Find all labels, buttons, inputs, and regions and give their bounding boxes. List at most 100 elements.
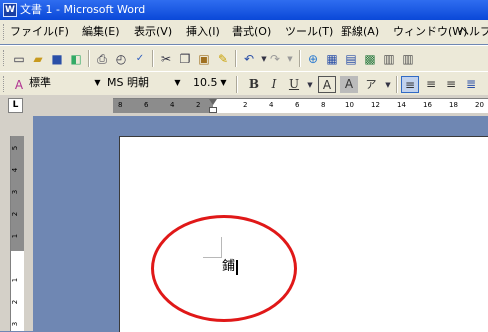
ruler-tick: 3 bbox=[11, 321, 20, 327]
menu-bar: ファイル(F) 編集(E) 表示(V) 挿入(I) 書式(O) ツール(T) 罫… bbox=[0, 20, 488, 44]
phonetic-dropdown-icon[interactable]: ▼ bbox=[380, 77, 396, 93]
cut-icon[interactable]: ✂ bbox=[158, 51, 174, 67]
print-icon[interactable]: ⎙ bbox=[94, 51, 110, 67]
ruler-tick: 1 bbox=[11, 233, 20, 239]
align-justify-icon: ≡ bbox=[404, 78, 416, 92]
horizontal-ruler[interactable]: 8 6 4 2 2 4 6 8 10 12 14 16 18 20 bbox=[113, 98, 488, 113]
drawing-icon[interactable]: ▥ bbox=[400, 51, 416, 67]
undo-icon[interactable]: ↶ bbox=[241, 51, 257, 67]
menu-file[interactable]: ファイル(F) bbox=[10, 20, 69, 44]
ruler-tick: 2 bbox=[196, 101, 201, 109]
ruler-tick: 16 bbox=[423, 101, 432, 109]
character-border-button[interactable]: A bbox=[318, 76, 336, 93]
distributed-button[interactable]: ≣ bbox=[462, 76, 480, 93]
formatting-toolbar: A 標準 ▼ MS 明朝 ▼ 10.5 ▼ B I U ▼ A A ア ▼ ≡ … bbox=[0, 71, 488, 96]
toolbar-separator bbox=[152, 50, 154, 67]
font-size-value: 10.5 bbox=[193, 76, 218, 89]
menu-edit[interactable]: 編集(E) bbox=[82, 20, 120, 44]
redo-icon[interactable]: ↷ bbox=[267, 51, 283, 67]
copy-icon[interactable]: ❐ bbox=[177, 51, 193, 67]
menu-format[interactable]: 書式(O) bbox=[232, 20, 271, 44]
align-center-button[interactable]: ≡ bbox=[422, 76, 440, 93]
toolbar-grip[interactable] bbox=[3, 76, 6, 92]
insert-table-icon[interactable]: ▤ bbox=[343, 51, 359, 67]
toolbar-separator bbox=[396, 76, 398, 93]
ruler-tick: 12 bbox=[371, 101, 380, 109]
menubar-grip[interactable] bbox=[3, 24, 6, 40]
menu-tools[interactable]: ツール(T) bbox=[285, 20, 333, 44]
toolbar-separator bbox=[299, 50, 301, 67]
toolbar-separator bbox=[236, 76, 238, 93]
bold-button[interactable]: B bbox=[245, 76, 263, 93]
vertical-ruler-area: 5 4 3 2 1 1 2 3 bbox=[0, 116, 33, 331]
ruler-tick: 14 bbox=[397, 101, 406, 109]
menu-window[interactable]: ウィンドウ(W) bbox=[393, 20, 467, 44]
ruler-tick: 4 bbox=[170, 101, 175, 109]
hyperlink-icon[interactable]: ⊕ bbox=[305, 51, 321, 67]
columns-icon[interactable]: ▥ bbox=[381, 51, 397, 67]
toolbar-grip[interactable] bbox=[3, 50, 6, 66]
insert-excel-icon[interactable]: ▩ bbox=[362, 51, 378, 67]
format-painter-icon[interactable]: ✎ bbox=[215, 51, 231, 67]
ruler-row: L 8 6 4 2 2 4 6 8 10 12 14 16 18 20 bbox=[0, 95, 488, 116]
vertical-ruler[interactable]: 5 4 3 2 1 1 2 3 bbox=[10, 136, 24, 331]
toolbar-separator bbox=[235, 50, 237, 67]
ruler-tick: 4 bbox=[269, 101, 274, 109]
menu-view[interactable]: 表示(V) bbox=[134, 20, 172, 44]
ruler-tick: 2 bbox=[11, 299, 20, 305]
ruler-tick: 3 bbox=[11, 189, 20, 195]
ruler-tick: 2 bbox=[11, 211, 20, 217]
menu-table[interactable]: 罫線(A) bbox=[341, 20, 379, 44]
styles-icon[interactable]: A bbox=[11, 77, 27, 93]
tab-selector[interactable]: L bbox=[8, 98, 23, 113]
ruler-tick: 1 bbox=[11, 277, 20, 283]
open-folder-icon[interactable]: ▰ bbox=[30, 51, 46, 67]
ruler-tick: 20 bbox=[475, 101, 484, 109]
ruler-tick: 4 bbox=[11, 167, 20, 173]
ruler-tick: 18 bbox=[449, 101, 458, 109]
ruler-tick: 10 bbox=[345, 101, 354, 109]
chevron-down-icon[interactable]: ▼ bbox=[91, 75, 104, 91]
menu-insert[interactable]: 挿入(I) bbox=[186, 20, 220, 44]
ruler-tick: 8 bbox=[118, 101, 123, 109]
style-value: 標準 bbox=[29, 76, 51, 89]
chevron-down-icon[interactable]: ▼ bbox=[171, 75, 184, 91]
phonetic-guide-button[interactable]: ア bbox=[362, 76, 380, 93]
red-highlight-circle bbox=[151, 215, 297, 322]
character-shading-button[interactable]: A bbox=[340, 76, 358, 93]
italic-button[interactable]: I bbox=[265, 76, 283, 93]
new-document-icon[interactable]: ▭ bbox=[11, 51, 27, 67]
ruler-tick: 8 bbox=[321, 101, 326, 109]
align-justify-button[interactable]: ≡ bbox=[401, 76, 419, 93]
align-right-button[interactable]: ≡ bbox=[442, 76, 460, 93]
font-size-combo[interactable]: 10.5 ▼ bbox=[190, 75, 230, 93]
title-bar: W 文書 1 - Microsoft Word bbox=[0, 0, 488, 20]
font-combo[interactable]: MS 明朝 ▼ bbox=[104, 75, 184, 93]
ruler-tick: 6 bbox=[144, 101, 149, 109]
left-indent-marker[interactable] bbox=[209, 107, 217, 113]
align-center-icon: ≡ bbox=[425, 77, 437, 91]
menu-help[interactable]: ヘルプ bbox=[458, 20, 488, 44]
redo-dropdown-icon[interactable]: ▼ bbox=[282, 51, 298, 67]
underline-dropdown-icon[interactable]: ▼ bbox=[302, 77, 318, 93]
distributed-icon: ≣ bbox=[465, 77, 477, 91]
align-right-icon: ≡ bbox=[445, 77, 457, 91]
font-value: MS 明朝 bbox=[107, 76, 149, 89]
ruler-tick: 2 bbox=[243, 101, 248, 109]
print-preview-icon[interactable]: ◴ bbox=[113, 51, 129, 67]
spelling-icon[interactable]: ✓ bbox=[132, 51, 148, 67]
tables-borders-icon[interactable]: ▦ bbox=[324, 51, 340, 67]
ruler-tick: 6 bbox=[295, 101, 300, 109]
chevron-down-icon[interactable]: ▼ bbox=[217, 75, 230, 91]
window-title: 文書 1 - Microsoft Word bbox=[20, 3, 146, 16]
permission-icon[interactable]: ◧ bbox=[68, 51, 84, 67]
first-line-indent-marker[interactable] bbox=[209, 99, 217, 105]
ruler-tick: 5 bbox=[11, 145, 20, 151]
standard-toolbar: ▭ ▰ ■ ◧ ⎙ ◴ ✓ ✂ ❐ ▣ ✎ ↶ ▼ ↷ ▼ ⊕ ▦ ▤ ▩ ▥ … bbox=[0, 45, 488, 71]
word-app-icon[interactable]: W bbox=[3, 3, 17, 17]
underline-button[interactable]: U bbox=[285, 76, 303, 93]
toolbar-separator bbox=[88, 50, 90, 67]
save-icon[interactable]: ■ bbox=[49, 51, 65, 67]
paste-icon[interactable]: ▣ bbox=[196, 51, 212, 67]
style-combo[interactable]: 標準 ▼ bbox=[26, 75, 104, 93]
